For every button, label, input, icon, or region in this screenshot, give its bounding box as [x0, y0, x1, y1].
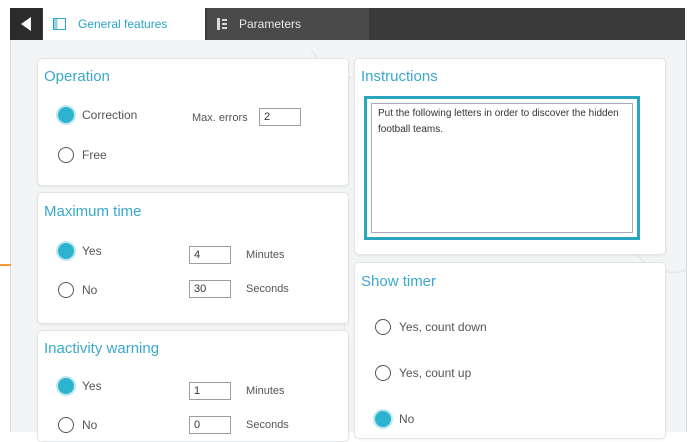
- radio-label: Yes, count up: [399, 366, 472, 380]
- radio-button[interactable]: [58, 417, 74, 433]
- max-time-minutes-input[interactable]: 4: [189, 246, 231, 264]
- radio-button[interactable]: [375, 365, 391, 381]
- radio-label: Yes: [82, 379, 102, 393]
- tab-parameters-label: Parameters: [239, 17, 302, 31]
- instructions-textarea-frame: Put the following letters in order to di…: [364, 96, 640, 240]
- operation-title: Operation: [44, 68, 110, 85]
- max-errors-label: Max. errors: [192, 112, 248, 124]
- radio-label: Correction: [82, 108, 138, 122]
- inactivity-seconds-input[interactable]: 0: [189, 416, 231, 434]
- show-timer-panel: Show timer Yes, count down Yes, count up…: [354, 262, 666, 439]
- radio-button[interactable]: [375, 411, 391, 427]
- instructions-title: Instructions: [361, 68, 438, 85]
- seconds-label: Seconds: [246, 419, 289, 431]
- seconds-label: Seconds: [246, 283, 289, 295]
- maximum-time-panel: Maximum time Yes No 4 Minutes 30 Seconds: [37, 192, 349, 324]
- radio-max-time-no[interactable]: No: [58, 282, 97, 298]
- radio-count-down[interactable]: Yes, count down: [375, 319, 487, 335]
- radio-label: Yes, count down: [399, 320, 487, 334]
- radio-label: No: [82, 283, 98, 297]
- radio-label: No: [82, 418, 98, 432]
- inactivity-warning-panel: Inactivity warning Yes No 1 Minutes 0 Se…: [37, 330, 349, 442]
- radio-timer-no[interactable]: No: [375, 411, 414, 427]
- radio-max-time-yes[interactable]: Yes: [58, 243, 102, 259]
- radio-button[interactable]: [58, 107, 74, 123]
- radio-count-up[interactable]: Yes, count up: [375, 365, 471, 381]
- radio-free[interactable]: Free: [58, 147, 107, 163]
- instructions-textarea[interactable]: Put the following letters in order to di…: [371, 103, 633, 233]
- back-button[interactable]: [10, 8, 42, 40]
- radio-inactivity-no[interactable]: No: [58, 417, 97, 433]
- radio-button[interactable]: [58, 147, 74, 163]
- panel-icon: [53, 18, 66, 30]
- radio-label: No: [399, 412, 415, 426]
- show-timer-title: Show timer: [361, 273, 437, 290]
- minutes-label: Minutes: [246, 385, 285, 397]
- radio-inactivity-yes[interactable]: Yes: [58, 378, 102, 394]
- radio-button[interactable]: [58, 243, 74, 259]
- radio-button[interactable]: [58, 282, 74, 298]
- radio-correction[interactable]: Correction: [58, 107, 137, 123]
- orange-marker: [0, 264, 11, 266]
- radio-button[interactable]: [375, 319, 391, 335]
- tab-parameters[interactable]: Parameters: [207, 8, 369, 40]
- max-errors-input[interactable]: 2: [259, 108, 301, 126]
- tab-general-features[interactable]: General features: [43, 8, 205, 40]
- radio-label: Free: [82, 148, 107, 162]
- list-icon: [217, 18, 227, 30]
- inactivity-minutes-input[interactable]: 1: [189, 382, 231, 400]
- operation-panel: Operation Correction Free Max. errors 2: [37, 58, 349, 186]
- maximum-time-title: Maximum time: [44, 203, 142, 220]
- radio-button[interactable]: [58, 378, 74, 394]
- minutes-label: Minutes: [246, 249, 285, 261]
- tab-general-features-label: General features: [78, 17, 168, 31]
- max-time-seconds-input[interactable]: 30: [189, 280, 231, 298]
- content-area: Operation Correction Free Max. errors 2 …: [10, 40, 687, 442]
- radio-label: Yes: [82, 244, 102, 258]
- inactivity-warning-title: Inactivity warning: [44, 340, 160, 357]
- back-arrow-icon: [21, 17, 31, 31]
